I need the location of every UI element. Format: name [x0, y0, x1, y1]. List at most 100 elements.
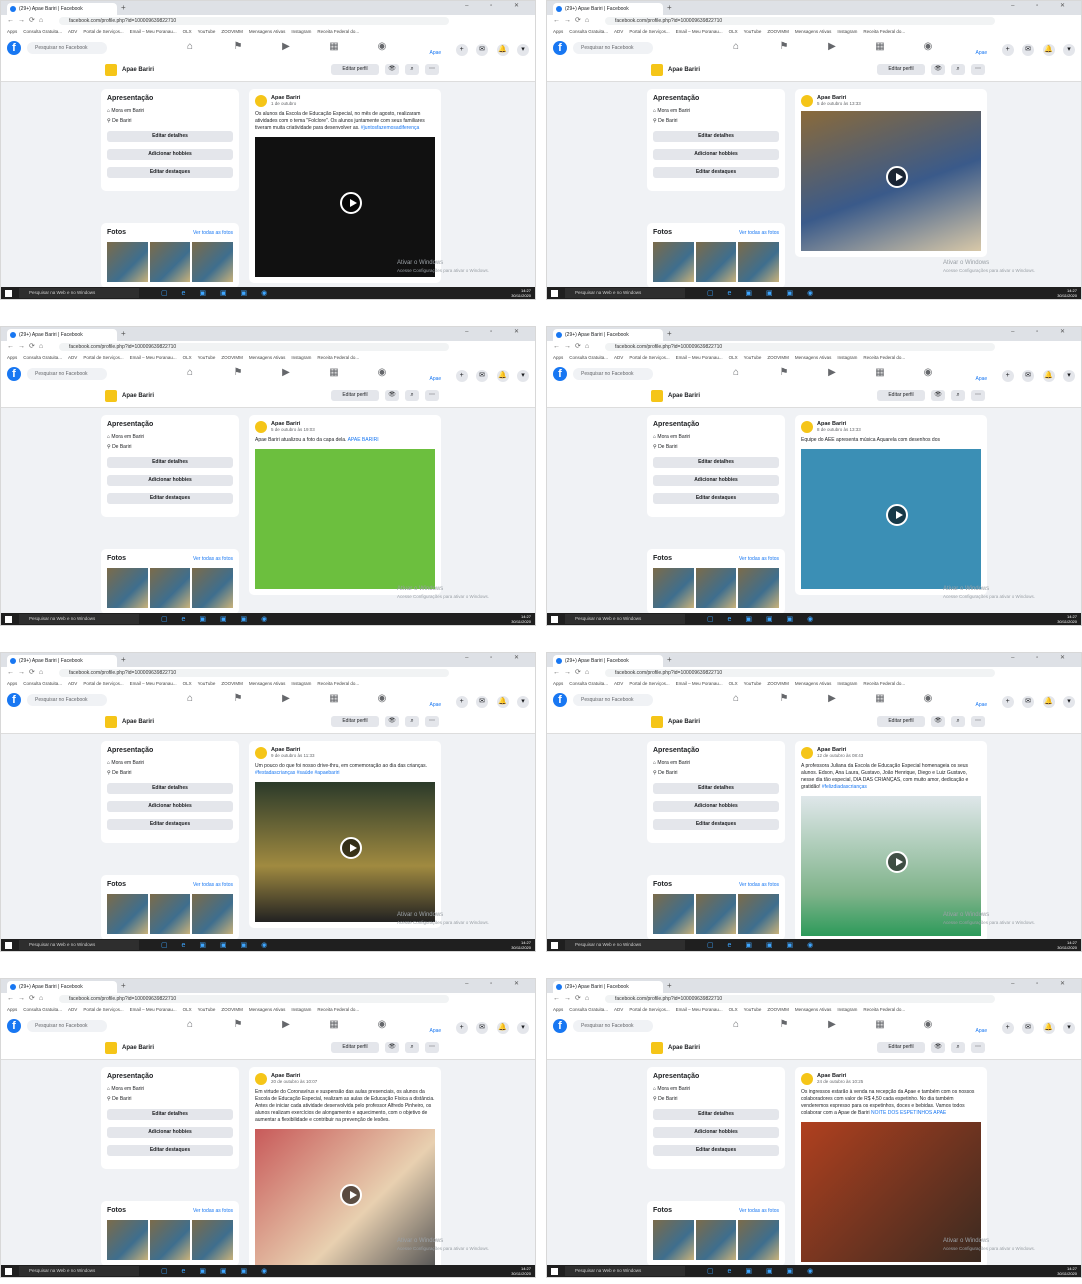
bell-icon[interactable]: 🔔 — [496, 43, 509, 56]
post-time[interactable]: 9 de outubro às 11:33 — [255, 753, 435, 758]
window-controls[interactable]: – ▫ ✕ — [1011, 328, 1075, 335]
photo-thumb[interactable] — [738, 242, 779, 282]
bookmark-item[interactable]: ZOOVIMM — [221, 355, 243, 360]
plus-icon[interactable]: + — [1001, 1021, 1014, 1034]
facebook-logo-icon[interactable]: f — [553, 693, 567, 707]
groups-icon[interactable]: ◉ — [358, 367, 406, 378]
more-icon[interactable]: ⋯ — [425, 1042, 439, 1053]
bookmark-item[interactable]: Instagram — [291, 29, 311, 34]
home-icon[interactable]: ⌂ — [712, 693, 760, 704]
url-input[interactable]: facebook.com/profile.php?id=100009639822… — [59, 343, 449, 351]
nav-buttons[interactable]: ←→⟳⌂ — [553, 16, 593, 24]
bell-icon[interactable]: 🔔 — [496, 369, 509, 382]
nav-buttons[interactable]: ←→⟳⌂ — [553, 994, 593, 1002]
bookmark-item[interactable]: Email – Meu Poranau... — [676, 681, 723, 686]
messenger-icon[interactable]: ✉ — [476, 43, 489, 56]
bell-icon[interactable]: 🔔 — [496, 1021, 509, 1034]
edit-featured-button[interactable]: Editar destaques — [107, 1145, 233, 1156]
post-tags[interactable]: APAE BARIRI — [348, 437, 379, 443]
bookmark-item[interactable]: YouTube — [744, 1007, 762, 1012]
search-icon[interactable]: ⌕ — [951, 1042, 965, 1053]
windows-start-icon[interactable] — [551, 616, 558, 623]
bookmark-item[interactable]: YouTube — [744, 29, 762, 34]
window-controls[interactable]: – ▫ ✕ — [1011, 980, 1075, 987]
taskbar-apps[interactable]: ▢ e ▣ ▣ ▣ ◉ — [161, 941, 273, 949]
window-controls[interactable]: – ▫ ✕ — [1011, 2, 1075, 9]
photo-thumb[interactable] — [653, 894, 694, 934]
bookmark-item[interactable]: ZOOVIMM — [221, 681, 243, 686]
photo-thumb[interactable] — [653, 1220, 694, 1260]
bookmark-item[interactable]: Mensagens Ativas — [795, 29, 832, 34]
marketplace-icon[interactable]: ▦ — [310, 41, 358, 52]
new-tab-button[interactable]: + — [667, 981, 672, 991]
bookmark-item[interactable]: Email – Meu Poranau... — [676, 355, 723, 360]
edit-details-button[interactable]: Editar detalhes — [653, 783, 779, 794]
view-icon[interactable]: 👁 — [385, 716, 399, 727]
bookmark-item[interactable]: ZOOVIMM — [767, 1007, 789, 1012]
post-author-avatar[interactable] — [255, 1073, 267, 1085]
bookmark-item[interactable]: Receita Federal do... — [317, 1007, 359, 1012]
bookmark-item[interactable]: Email – Meu Poranau... — [676, 29, 723, 34]
see-all-photos-link[interactable]: Ver todas as fotos — [739, 556, 779, 562]
browser-tab[interactable]: (29+) Apae Bariri | Facebook — [7, 655, 117, 667]
edit-profile-button[interactable]: Editar perfil — [331, 64, 379, 75]
see-all-photos-link[interactable]: Ver todas as fotos — [193, 556, 233, 562]
account-name[interactable]: Apae — [976, 376, 988, 382]
taskbar-apps[interactable]: ▢ e ▣ ▣ ▣ ◉ — [707, 615, 819, 623]
new-tab-button[interactable]: + — [667, 3, 672, 13]
bookmark-item[interactable]: Portal de Serviços... — [629, 29, 669, 34]
edit-featured-button[interactable]: Editar destaques — [107, 819, 233, 830]
marketplace-icon[interactable]: ▦ — [310, 367, 358, 378]
bookmark-item[interactable]: Apps — [7, 29, 17, 34]
groups-icon[interactable]: ◉ — [904, 41, 952, 52]
add-hobbies-button[interactable]: Adicionar hobbies — [107, 149, 233, 160]
bookmark-item[interactable]: Instagram — [837, 1007, 857, 1012]
edit-featured-button[interactable]: Editar destaques — [107, 493, 233, 504]
edit-featured-button[interactable]: Editar destaques — [107, 167, 233, 178]
messenger-icon[interactable]: ✉ — [1022, 43, 1035, 56]
photo-thumb[interactable] — [738, 894, 779, 934]
more-icon[interactable]: ⋯ — [425, 64, 439, 75]
url-input[interactable]: facebook.com/profile.php?id=100009639822… — [59, 17, 449, 25]
bookmark-item[interactable]: OLX — [729, 355, 738, 360]
more-icon[interactable]: ⋯ — [971, 716, 985, 727]
bookmark-item[interactable]: Email – Meu Poranau... — [130, 681, 177, 686]
watch-icon[interactable]: ▶ — [262, 367, 310, 378]
bookmark-item[interactable]: Mensagens Ativas — [249, 1007, 286, 1012]
facebook-logo-icon[interactable]: f — [553, 367, 567, 381]
photo-thumb[interactable] — [695, 1220, 737, 1260]
see-all-photos-link[interactable]: Ver todas as fotos — [193, 1208, 233, 1214]
bookmark-item[interactable]: Consulta Gratuita... — [23, 29, 62, 34]
home-icon[interactable]: ⌂ — [166, 693, 214, 704]
url-input[interactable]: facebook.com/profile.php?id=100009639822… — [605, 669, 995, 677]
profile-avatar[interactable] — [105, 716, 117, 728]
nav-buttons[interactable]: ←→⟳⌂ — [7, 668, 47, 676]
play-icon[interactable] — [886, 851, 908, 873]
taskbar-search[interactable]: Pesquisar na Web e no Windows — [565, 614, 685, 624]
caret-down-icon[interactable]: ▾ — [517, 695, 529, 708]
view-icon[interactable]: 👁 — [931, 390, 945, 401]
bookmark-item[interactable]: Portal de Serviços... — [83, 1007, 123, 1012]
see-all-photos-link[interactable]: Ver todas as fotos — [193, 230, 233, 236]
plus-icon[interactable]: + — [455, 695, 468, 708]
watch-icon[interactable]: ▶ — [808, 693, 856, 704]
account-name[interactable]: Apae — [976, 50, 988, 56]
facebook-logo-icon[interactable]: f — [7, 367, 21, 381]
post-media[interactable] — [255, 782, 435, 922]
windows-start-icon[interactable] — [5, 1268, 12, 1275]
groups-icon[interactable]: ◉ — [358, 1019, 406, 1030]
photo-thumb[interactable] — [653, 568, 694, 608]
watch-icon[interactable]: ▶ — [262, 693, 310, 704]
messenger-icon[interactable]: ✉ — [476, 695, 489, 708]
profile-avatar[interactable] — [651, 64, 663, 76]
post-tags[interactable]: #festadascrianças #saúde #apaebariri — [255, 770, 340, 776]
photo-thumb[interactable] — [107, 1220, 148, 1260]
search-icon[interactable]: ⌕ — [405, 1042, 419, 1053]
photo-thumb[interactable] — [149, 1220, 191, 1260]
profile-name[interactable]: Apae Bariri — [122, 391, 154, 401]
bookmark-item[interactable]: ADV — [614, 681, 623, 686]
post-time[interactable]: 24 de outubro às 10:25 — [801, 1079, 981, 1084]
bookmark-item[interactable]: ADV — [614, 29, 623, 34]
facebook-search-input[interactable]: Pesquisar no Facebook — [573, 1020, 653, 1032]
url-input[interactable]: facebook.com/profile.php?id=100009639822… — [59, 669, 449, 677]
